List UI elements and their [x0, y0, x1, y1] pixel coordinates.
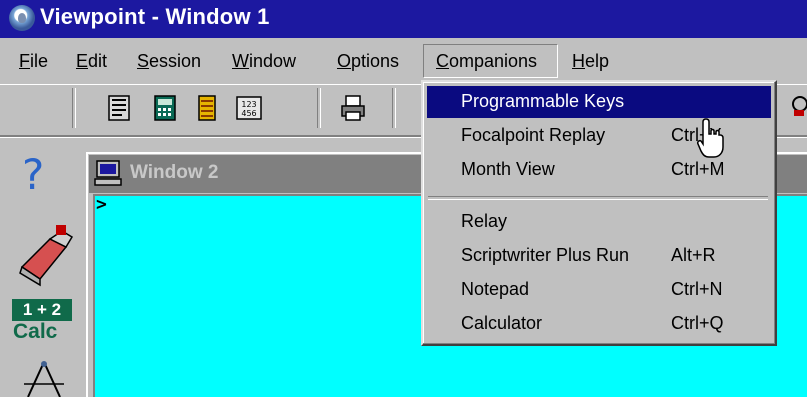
menu-item-programmable-keys[interactable]: Programmable Keys	[427, 86, 771, 118]
menu-separator	[428, 196, 768, 200]
svg-text:456: 456	[241, 109, 256, 118]
menu-companions[interactable]: Companions	[436, 51, 537, 72]
menu-file[interactable]: File	[19, 51, 48, 72]
child-window-title: Window 2	[130, 162, 219, 183]
computer-icon[interactable]	[94, 159, 124, 187]
menu-item-notepad[interactable]: Notepad Ctrl+N	[427, 274, 771, 306]
calc-badge[interactable]: 1 + 2	[12, 299, 72, 321]
app-globe-icon[interactable]	[9, 5, 35, 31]
menu-item-scriptwriter-plus-run[interactable]: Scriptwriter Plus Run Alt+R	[427, 240, 771, 272]
calculator-icon[interactable]	[153, 94, 177, 122]
document-icon[interactable]	[107, 94, 131, 122]
help-icon[interactable]: ?	[22, 150, 44, 199]
menu-item-relay[interactable]: Relay	[427, 206, 771, 238]
menu-session[interactable]: Session	[137, 51, 201, 72]
drafting-compass-icon[interactable]	[22, 360, 66, 397]
menu-options[interactable]: Options	[337, 51, 399, 72]
window-title: Viewpoint - Window 1	[40, 4, 270, 29]
toolbar-separator	[392, 88, 396, 128]
numpad-icon[interactable]: 123 456	[236, 94, 262, 122]
stapler-icon[interactable]	[14, 223, 76, 289]
menu-window[interactable]: Window	[232, 51, 296, 72]
tool-icon[interactable]	[788, 94, 807, 122]
menu-help[interactable]: Help	[572, 51, 609, 72]
printer-icon[interactable]	[339, 94, 367, 122]
menu-bar	[0, 38, 807, 82]
toolbar-separator	[72, 88, 76, 128]
menu-edit[interactable]: Edit	[76, 51, 107, 72]
calc-label[interactable]: Calc	[13, 320, 57, 344]
menu-item-calculator[interactable]: Calculator Ctrl+Q	[427, 308, 771, 340]
notebook-icon[interactable]	[195, 94, 219, 122]
terminal-prompt: >	[96, 194, 107, 215]
toolbar-separator	[317, 88, 321, 128]
hand-cursor-icon	[697, 118, 724, 158]
svg-text:123: 123	[241, 100, 256, 109]
